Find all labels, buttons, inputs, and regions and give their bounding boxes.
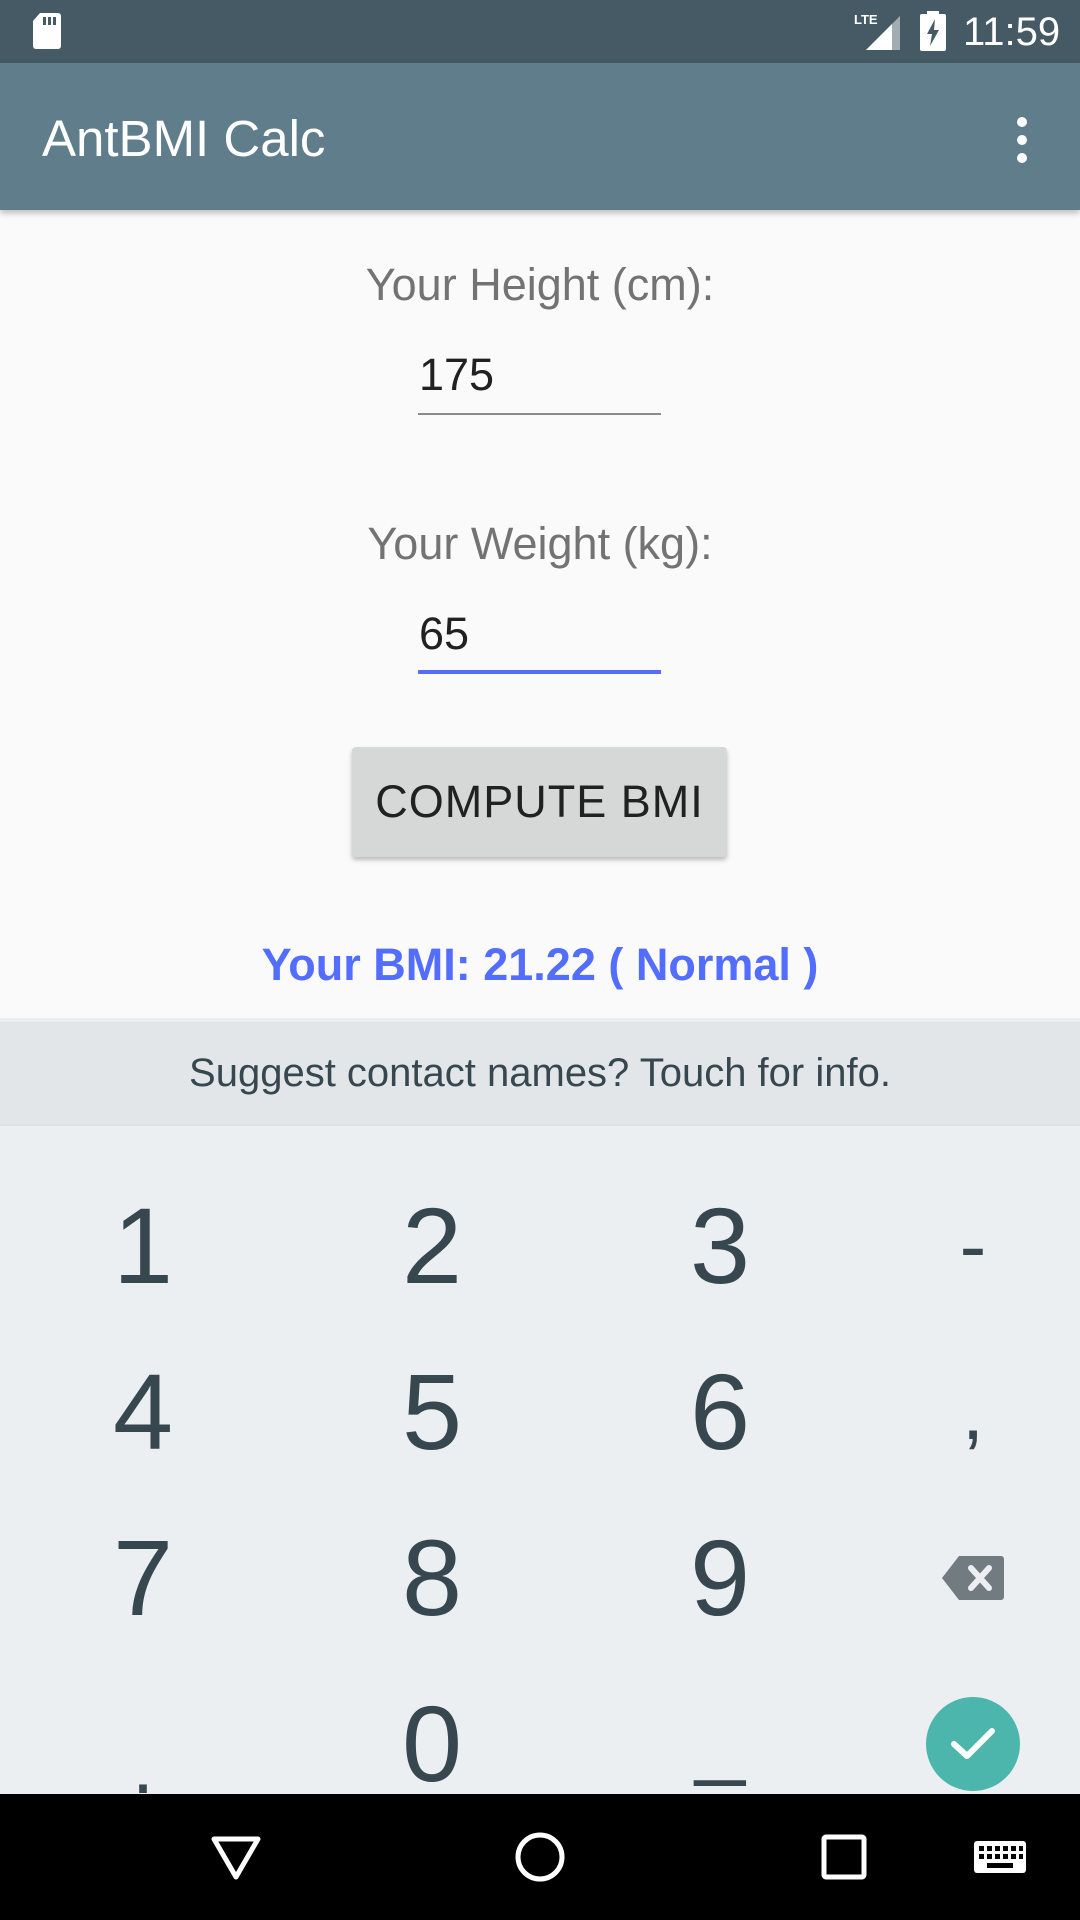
key-5[interactable]: 5 [297,1329,567,1495]
compute-bmi-button[interactable]: COMPUTE BMI [352,747,727,857]
backspace-key[interactable] [838,1495,1080,1661]
battery-charging-icon [920,11,946,51]
overflow-menu-icon[interactable] [1002,105,1042,175]
lte-signal-icon: LTE [854,12,900,50]
home-icon[interactable] [510,1827,570,1887]
status-time: 11:59 [963,10,1061,54]
backspace-icon [942,1556,1004,1600]
keyboard-switch-icon[interactable] [972,1827,1028,1887]
weight-input-value: 65 [419,608,470,659]
weight-input[interactable]: 65 [418,594,661,674]
key-minus[interactable]: - [838,1163,1080,1329]
suggestion-text: Suggest contact names? Touch for info. [189,1050,891,1095]
suggestion-strip[interactable]: Suggest contact names? Touch for info. [0,1018,1080,1124]
svg-text:LTE: LTE [854,12,878,27]
weight-input-underline [418,670,661,674]
key-3[interactable]: 3 [585,1163,855,1329]
back-icon[interactable] [206,1827,266,1887]
key-6[interactable]: 6 [585,1329,855,1495]
key-2[interactable]: 2 [297,1163,567,1329]
bmi-result: Your BMI: 21.22 ( Normal ) [261,939,819,990]
done-check-icon [926,1697,1020,1791]
main-content: Your Height (cm): 175 Your Weight (kg): … [0,210,1080,1018]
recents-icon[interactable] [814,1827,874,1887]
key-9[interactable]: 9 [585,1495,855,1661]
sd-card-icon [33,13,61,49]
height-input-value: 175 [419,349,495,400]
weight-label: Your Weight (kg): [367,518,713,569]
space-key-label: _ [694,1688,746,1788]
status-bar: LTE 11:59 [0,0,1080,63]
key-4[interactable]: 4 [8,1329,278,1495]
key-8[interactable]: 8 [297,1495,567,1661]
height-input[interactable]: 175 [418,335,661,415]
height-input-underline [418,413,661,415]
key-7[interactable]: 7 [8,1495,278,1661]
height-label: Your Height (cm): [365,259,715,310]
navigation-bar [0,1794,1080,1920]
key-comma[interactable]: , [838,1329,1080,1495]
key-1[interactable]: 1 [8,1163,278,1329]
app-bar: AntBMI Calc [0,63,1080,210]
numeric-keyboard: 1 2 3 - 4 5 6 , 7 8 9 . 0 _ [0,1124,1080,1806]
app-title: AntBMI Calc [42,110,326,167]
